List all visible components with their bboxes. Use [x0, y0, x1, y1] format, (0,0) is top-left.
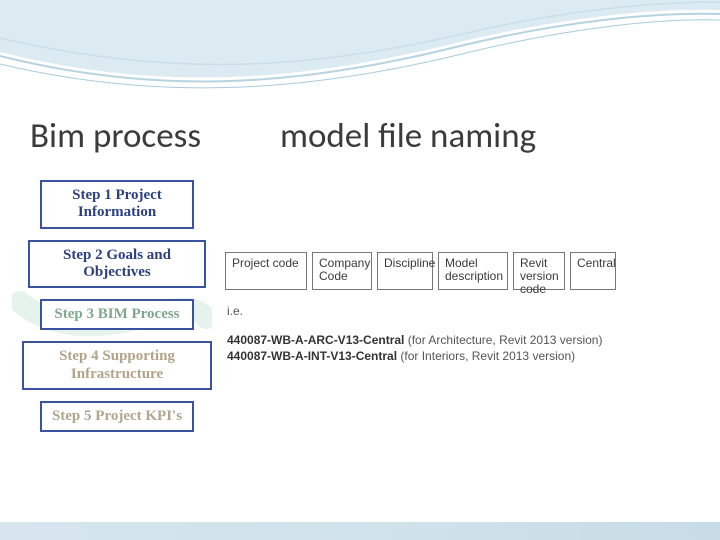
step-1-box: Step 1 Project Information: [40, 180, 194, 229]
step-5-box: Step 5 Project KPI's: [40, 401, 194, 432]
title-left: Bim process: [30, 115, 201, 157]
part-revit-version: Revit version code: [513, 252, 565, 290]
step-4-box: Step 4 Supporting Infrastructure: [22, 341, 212, 390]
file-naming-diagram: Project code Company Code Discipline Mod…: [225, 252, 710, 364]
part-discipline: Discipline: [377, 252, 433, 290]
example-1-code: 440087-WB-A-ARC-V13-Central: [227, 333, 404, 347]
example-2-desc: (for Interiors, Revit 2013 version): [400, 349, 575, 363]
ie-label: i.e.: [227, 304, 710, 318]
steps-column: Step 1 Project Information Step 2 Goals …: [22, 180, 212, 443]
decorative-swoop: [0, 0, 720, 100]
naming-parts-row: Project code Company Code Discipline Mod…: [225, 252, 710, 290]
example-lines: 440087-WB-A-ARC-V13-Central (for Archite…: [227, 332, 710, 364]
part-project-code: Project code: [225, 252, 307, 290]
bottom-accent-bar: [0, 522, 720, 540]
part-model-description: Model description: [438, 252, 508, 290]
example-2-code: 440087-WB-A-INT-V13-Central: [227, 349, 397, 363]
example-1-desc: (for Architecture, Revit 2013 version): [408, 333, 603, 347]
step-2-box: Step 2 Goals and Objectives: [28, 240, 206, 289]
step-3-box: Step 3 BIM Process: [40, 299, 194, 330]
title-right: model file naming: [280, 115, 536, 157]
part-company-code: Company Code: [312, 252, 372, 290]
part-central: Central: [570, 252, 616, 290]
